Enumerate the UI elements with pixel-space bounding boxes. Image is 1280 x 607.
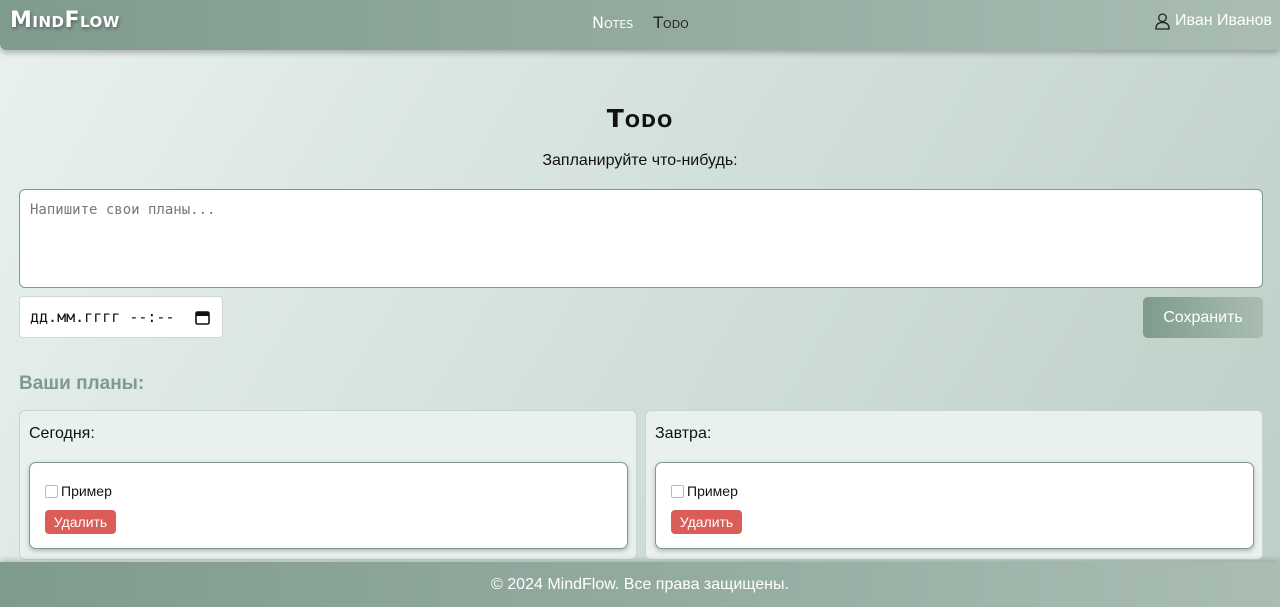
task-row: Пример bbox=[671, 483, 738, 499]
datetime-placeholder: дд.мм.гггг --:-- bbox=[30, 308, 175, 326]
task-text: Пример bbox=[687, 483, 738, 499]
user-icon bbox=[1155, 12, 1170, 30]
task-checkbox[interactable] bbox=[671, 484, 684, 498]
navbar: MindFlow Notes Todo Иван Иванов bbox=[0, 0, 1280, 50]
day-label: Завтра: bbox=[655, 425, 712, 442]
task-card: Пример Удалить bbox=[29, 462, 628, 549]
day-label: Сегодня: bbox=[29, 425, 95, 442]
page-title: Todo bbox=[606, 104, 674, 133]
datetime-input[interactable]: дд.мм.гггг --:-- bbox=[19, 296, 223, 338]
delete-button[interactable]: Удалить bbox=[45, 510, 116, 534]
main-nav: Notes Todo bbox=[592, 13, 689, 32]
footer: © 2024 MindFlow. Все права защищены. bbox=[0, 562, 1280, 607]
logo[interactable]: MindFlow bbox=[10, 8, 120, 33]
day-card-today: Сегодня: Пример Удалить bbox=[19, 410, 637, 560]
footer-copyright: © 2024 MindFlow. Все права защищены. bbox=[491, 575, 789, 593]
calendar-icon[interactable] bbox=[195, 310, 210, 325]
day-card-tomorrow: Завтра: Пример Удалить bbox=[645, 410, 1263, 560]
save-button[interactable]: Сохранить bbox=[1143, 297, 1263, 338]
task-checkbox[interactable] bbox=[45, 484, 58, 498]
delete-button[interactable]: Удалить bbox=[671, 510, 742, 534]
user-name: Иван Иванов bbox=[1175, 12, 1272, 29]
nav-todo[interactable]: Todo bbox=[653, 13, 689, 32]
task-text: Пример bbox=[61, 483, 112, 499]
task-row: Пример bbox=[45, 483, 112, 499]
plans-heading: Ваши планы: bbox=[19, 373, 145, 394]
user-menu[interactable]: Иван Иванов bbox=[1155, 12, 1272, 30]
task-card: Пример Удалить bbox=[655, 462, 1254, 549]
nav-notes[interactable]: Notes bbox=[592, 13, 633, 32]
plans-textarea[interactable] bbox=[19, 189, 1263, 288]
page-subtitle: Запланируйте что-нибудь: bbox=[542, 152, 738, 169]
